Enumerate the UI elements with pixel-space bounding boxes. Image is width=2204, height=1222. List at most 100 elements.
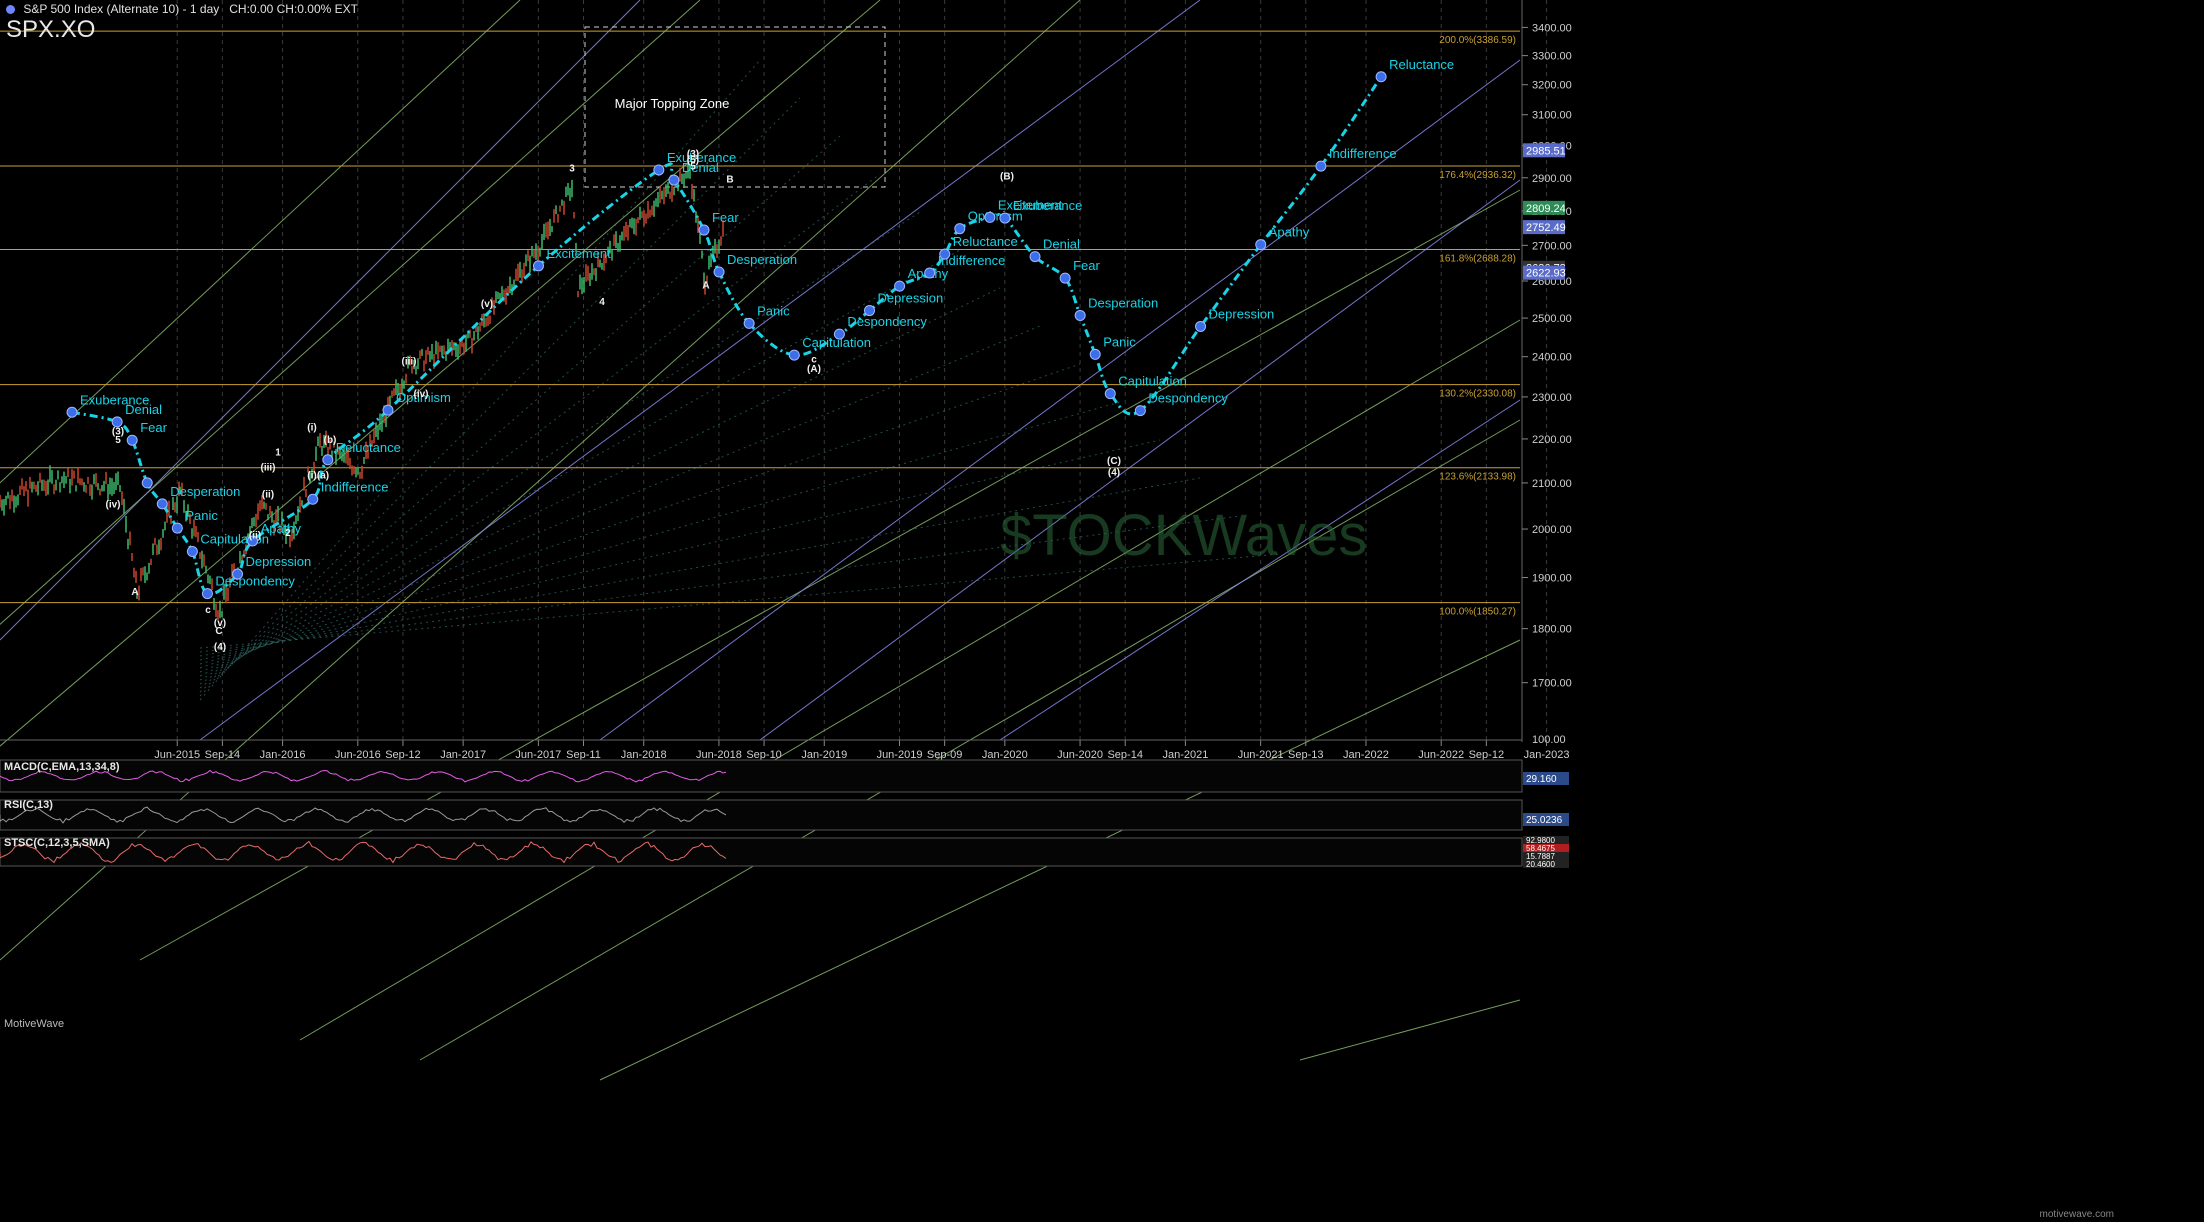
projection-point <box>788 349 800 361</box>
date-tick-label: Jan-2022 <box>1343 749 1389 761</box>
wave-label: (C) <box>1107 456 1121 467</box>
projection-label: Reluctance <box>953 234 1018 249</box>
projection-point <box>141 477 153 489</box>
projection-point <box>171 522 183 534</box>
wave-label: 1 <box>275 447 281 458</box>
date-tick-label: Jan-2019 <box>801 749 847 761</box>
indicator-name: RSI(C,13) <box>4 799 53 811</box>
price-tick-label: 2100.00 <box>1532 478 1572 490</box>
price-tick-label: 2400.00 <box>1532 352 1572 364</box>
projection-label: Capitulation <box>1118 374 1187 389</box>
date-tick-label: Jan-2018 <box>621 749 667 761</box>
price-badge-label: 2622.93 <box>1526 268 1566 280</box>
wave-label: 3 <box>569 163 575 174</box>
projection-label: Indifference <box>1329 146 1397 161</box>
date-tick-label: Jun-2022 <box>1418 749 1464 761</box>
projection-point <box>939 248 951 260</box>
price-tick-label: 1800.00 <box>1532 624 1572 636</box>
indicator-value: 20.4600 <box>1526 860 1555 869</box>
projection-point <box>984 211 996 223</box>
projection-point <box>894 280 906 292</box>
price-tick-label: 3400.00 <box>1532 22 1572 34</box>
date-tick-label: Sep-12 <box>385 749 420 761</box>
wave-label: 5 <box>690 162 696 173</box>
projection-label: Excitement <box>546 246 611 261</box>
date-tick-label: Sep-13 <box>1288 749 1323 761</box>
projection-label: Apathy <box>261 521 302 536</box>
projection-label: Despondency <box>1148 391 1228 406</box>
indicator-panels: MACD(C,EMA,13,34,8) RSI(C,13) STSC(C,12,3,… <box>0 759 1569 869</box>
wave-label: (b) <box>324 435 337 446</box>
chart-title: S&P 500 Index (Alternate 10) - 1 day <box>23 2 220 16</box>
projection-point <box>1029 251 1041 263</box>
projection-label: Panic <box>757 303 790 318</box>
projection-point <box>232 568 244 580</box>
chart-canvas[interactable]: 200.0%(3386.59) 176.4%(2936.32) 161.8%(268… <box>0 0 2204 1222</box>
projection-point <box>111 416 123 428</box>
fib-label: 176.4%(2936.32) <box>1439 170 1516 181</box>
wave-label: (4) <box>1108 467 1120 478</box>
price-badge-label: 2752.49 <box>1526 222 1566 234</box>
projection-label: Fear <box>140 420 167 435</box>
price-tick-label: 2200.00 <box>1532 434 1572 446</box>
price-tick-label: 3300.00 <box>1532 51 1572 63</box>
projection-point <box>1315 160 1327 172</box>
price-tick-label: 3200.00 <box>1532 80 1572 92</box>
projection-point <box>1195 320 1207 332</box>
watermark-text: $TOCKWaves <box>1000 503 1367 568</box>
projection-point <box>668 174 680 186</box>
projection-point <box>322 454 334 466</box>
wave-label: (iii) <box>261 462 276 473</box>
wave-label: (a) <box>317 470 329 481</box>
fib-label: 161.8%(2688.28) <box>1439 253 1516 264</box>
projection-point <box>126 434 138 446</box>
projection-label: Denial <box>1043 237 1080 252</box>
symbol-dot-icon <box>6 5 15 14</box>
date-tick-label: Jan-2023 <box>1524 749 1570 761</box>
projection-label: Panic <box>185 508 218 523</box>
projection-label: Fear <box>712 210 739 225</box>
date-tick-label: Sep-09 <box>927 749 962 761</box>
topping-zone-label: Major Topping Zone <box>615 96 730 111</box>
projection-point <box>1089 348 1101 360</box>
price-tick-label: 2700.00 <box>1532 240 1572 252</box>
wave-label: (iv) <box>414 389 429 400</box>
projection-point <box>999 212 1011 224</box>
wave-label: 2 <box>285 528 291 539</box>
projection-point <box>307 493 319 505</box>
projection-label: Apathy <box>1269 225 1310 240</box>
indicator-value: 29.160 <box>1526 774 1557 785</box>
wave-label: B <box>726 175 733 186</box>
chart-header: S&P 500 Index (Alternate 10) - 1 day CH:… <box>6 2 358 16</box>
date-tick-label: Jun-2015 <box>154 749 200 761</box>
date-tick-label: Sep-11 <box>566 749 601 761</box>
wave-label: (4) <box>214 642 226 653</box>
price-tick-label: 1700.00 <box>1532 678 1572 690</box>
projection-point <box>924 267 936 279</box>
indicator-value: 25.0236 <box>1526 815 1563 826</box>
price-tick-label: 2000.00 <box>1532 524 1572 536</box>
projection-point <box>1059 272 1071 284</box>
price-badge-label: 2985.51 <box>1526 145 1566 157</box>
projection-point <box>1134 405 1146 417</box>
price-tick-label: 2300.00 <box>1532 392 1572 404</box>
wave-label: A <box>131 587 138 598</box>
projection-point <box>156 498 168 510</box>
projection-point <box>954 223 966 235</box>
projection-label: Denial <box>125 402 162 417</box>
date-tick-label: Jun-2021 <box>1238 749 1284 761</box>
price-tick-label: 2900.00 <box>1532 173 1572 185</box>
brand-label: MotiveWave <box>4 1018 65 1030</box>
date-tick-label: Sep-14 <box>1107 749 1142 761</box>
wave-label: 4 <box>599 297 605 308</box>
projection-point <box>532 260 544 272</box>
wave-label: (v) <box>481 299 493 310</box>
projection-point <box>743 317 755 329</box>
watermark: $TOCKWaves <box>1000 503 1367 568</box>
projection-label: Exuberance <box>1013 198 1082 213</box>
projection-point <box>833 328 845 340</box>
projection-label: Depression <box>1209 306 1275 321</box>
chart-quote: CH:0.00 CH:0.00% EXT <box>229 2 358 16</box>
projection-label: Depression <box>246 554 312 569</box>
date-tick-label: Jan-2016 <box>260 749 306 761</box>
